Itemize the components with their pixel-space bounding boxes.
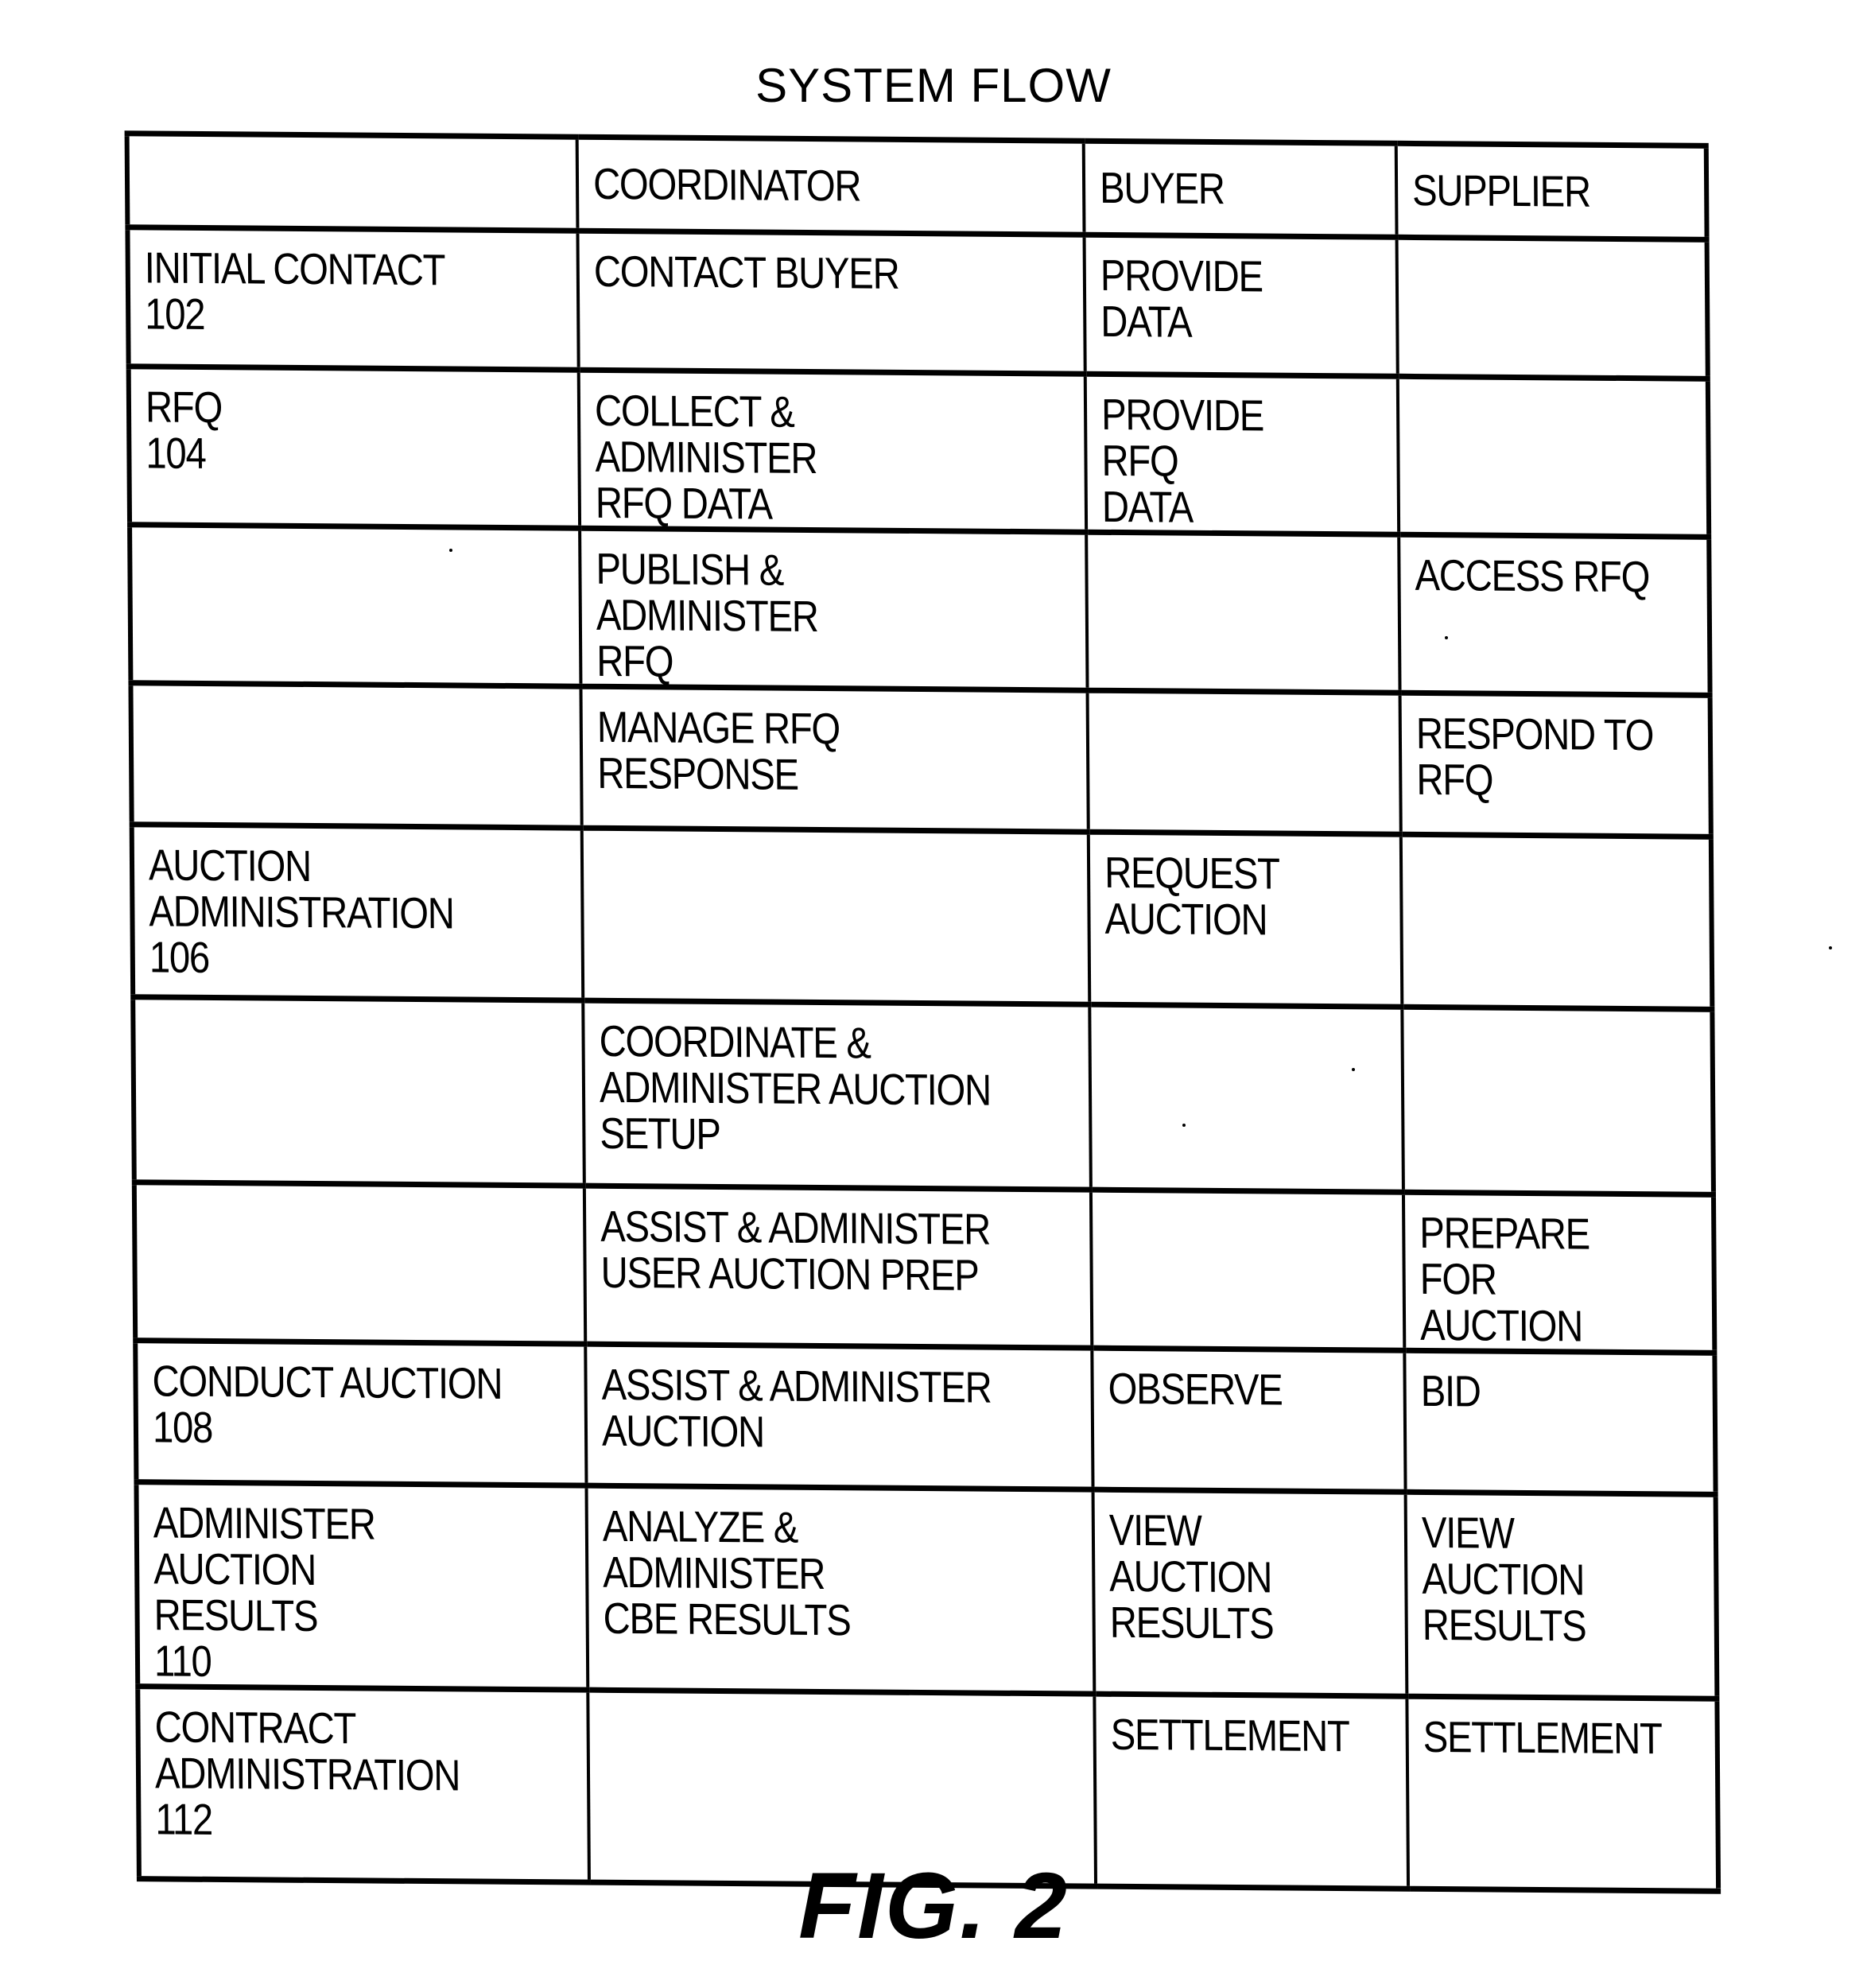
buyer-action: PROVIDE DATA — [1100, 250, 1263, 347]
supplier-action: BID — [1420, 1365, 1481, 1416]
stage-label: CONDUCT AUCTION 108 — [152, 1356, 503, 1452]
stage-cell: CONDUCT AUCTION 108 — [135, 1340, 587, 1486]
header-cell-buyer: BUYER — [1083, 141, 1397, 238]
supplier-action: VIEW AUCTION RESULTS — [1421, 1507, 1586, 1651]
coordinator-action: MANAGE RFQ RESPONSE — [596, 701, 840, 799]
supplier-action: RESPOND TO RFQ — [1415, 708, 1654, 805]
coordinator-action: ASSIST & ADMINISTER AUCTION — [601, 1359, 992, 1457]
coordinator-cell: COORDINATE & ADMINISTER AUCTION SETUP — [583, 1000, 1091, 1190]
coordinator-cell: COLLECT & ADMINISTER RFQ DATA — [578, 370, 1087, 533]
table-row: RFQ 104 COLLECT & ADMINISTER RFQ DATA PR… — [128, 366, 1710, 538]
buyer-cell — [1090, 1190, 1405, 1351]
supplier-action: PREPARE FOR AUCTION — [1419, 1207, 1590, 1351]
supplier-cell — [1400, 834, 1713, 1010]
buyer-action: VIEW AUCTION RESULTS — [1108, 1505, 1274, 1648]
coordinator-cell: PUBLISH & ADMINISTER RFQ — [580, 528, 1088, 691]
system-flow-table: COORDINATOR BUYER SUPPLIER INITIAL CONTA… — [124, 130, 1721, 1894]
buyer-action: PROVIDE RFQ DATA — [1100, 389, 1264, 532]
stage-cell: CONTRACT ADMINISTRATION 112 — [138, 1686, 589, 1883]
system-flow-table-container: COORDINATOR BUYER SUPPLIER INITIAL CONTA… — [124, 130, 1721, 1894]
stage-cell — [130, 682, 582, 829]
table-row: COORDINATE & ADMINISTER AUCTION SETUP — [133, 996, 1714, 1195]
buyer-cell — [1087, 690, 1401, 835]
buyer-cell: OBSERVE — [1092, 1348, 1406, 1493]
header-coordinator-label: COORDINATOR — [592, 158, 861, 211]
scan-speck — [1445, 636, 1448, 639]
buyer-action: OBSERVE — [1108, 1363, 1283, 1415]
stage-cell: ADMINISTER AUCTION RESULTS 110 — [136, 1481, 588, 1691]
stage-cell — [133, 996, 584, 1186]
table-row: CONDUCT AUCTION 108 ASSIST & ADMINISTER … — [135, 1340, 1716, 1495]
header-cell-stage — [126, 133, 578, 231]
coordinator-action: PUBLISH & ADMINISTER RFQ — [596, 543, 818, 686]
coordinator-action: ANALYZE & ADMINISTER CBE RESULTS — [602, 1501, 851, 1645]
buyer-cell: PROVIDE DATA — [1084, 235, 1398, 377]
supplier-action: SETTLEMENT — [1423, 1711, 1662, 1764]
coordinator-action: COLLECT & ADMINISTER RFQ DATA — [594, 385, 817, 529]
header-buyer-label: BUYER — [1099, 162, 1225, 214]
coordinator-cell: CONTACT BUYER — [577, 231, 1085, 375]
buyer-cell — [1089, 1004, 1403, 1193]
table-row: ASSIST & ADMINISTER USER AUCTION PREP PR… — [134, 1182, 1715, 1353]
stage-cell: RFQ 104 — [128, 366, 580, 529]
stage-cell — [134, 1182, 586, 1345]
supplier-cell: ACCESS RFQ — [1399, 534, 1710, 696]
coordinator-cell: ASSIST & ADMINISTER USER AUCTION PREP — [584, 1186, 1093, 1349]
coordinator-action: CONTACT BUYER — [593, 246, 899, 298]
table-row: PUBLISH & ADMINISTER RFQ ACCESS RFQ — [130, 524, 1710, 696]
table-row: INITIAL CONTACT 102 CONTACT BUYER PROVID… — [127, 227, 1708, 379]
buyer-action: SETTLEMENT — [1110, 1709, 1349, 1761]
coordinator-action: ASSIST & ADMINISTER USER AUCTION PREP — [600, 1201, 991, 1300]
header-row: COORDINATOR BUYER SUPPLIER — [126, 133, 1707, 240]
buyer-cell: REQUEST AUCTION — [1088, 832, 1403, 1008]
buyer-cell: PROVIDE RFQ DATA — [1085, 374, 1399, 535]
scan-speck — [1829, 946, 1832, 949]
figure-label: FIG. 2 — [798, 1854, 1069, 1959]
supplier-action: ACCESS RFQ — [1415, 549, 1650, 602]
coordinator-cell — [581, 828, 1090, 1005]
coordinator-action: COORDINATE & ADMINISTER AUCTION SETUP — [599, 1015, 992, 1159]
coordinator-cell: ASSIST & ADMINISTER AUCTION — [585, 1344, 1093, 1490]
supplier-cell: VIEW AUCTION RESULTS — [1405, 1492, 1718, 1699]
supplier-cell — [1397, 376, 1710, 538]
supplier-cell — [1396, 237, 1708, 379]
buyer-cell: VIEW AUCTION RESULTS — [1093, 1489, 1407, 1697]
stage-label: RFQ 104 — [145, 382, 223, 478]
header-supplier-label: SUPPLIER — [1411, 165, 1591, 216]
table-row: MANAGE RFQ RESPONSE RESPOND TO RFQ — [130, 682, 1711, 837]
scan-speck — [1352, 1068, 1355, 1071]
scan-speck — [449, 549, 452, 552]
header-cell-coordinator: COORDINATOR — [576, 137, 1085, 235]
coordinator-cell: ANALYZE & ADMINISTER CBE RESULTS — [586, 1485, 1095, 1695]
supplier-cell: BID — [1404, 1350, 1716, 1495]
table-row: ADMINISTER AUCTION RESULTS 110 ANALYZE &… — [136, 1481, 1718, 1699]
buyer-cell — [1086, 532, 1400, 693]
supplier-cell: RESPOND TO RFQ — [1399, 693, 1711, 837]
stage-cell: INITIAL CONTACT 102 — [127, 227, 579, 371]
stage-label: CONTRACT ADMINISTRATION 112 — [154, 1702, 460, 1844]
supplier-cell: PREPARE FOR AUCTION — [1403, 1192, 1715, 1353]
stage-label: AUCTION ADMINISTRATION 106 — [148, 840, 454, 982]
stage-label: ADMINISTER AUCTION RESULTS 110 — [153, 1497, 375, 1686]
table-row: AUCTION ADMINISTRATION 106 REQUEST AUCTI… — [131, 824, 1713, 1010]
stage-label: INITIAL CONTACT 102 — [144, 243, 445, 340]
buyer-action: REQUEST AUCTION — [1104, 847, 1279, 945]
header-cell-supplier: SUPPLIER — [1395, 143, 1707, 240]
diagram-title: SYSTEM FLOW — [755, 59, 1112, 112]
stage-cell — [130, 524, 581, 687]
coordinator-cell: MANAGE RFQ RESPONSE — [580, 686, 1089, 833]
supplier-cell — [1402, 1007, 1714, 1195]
scan-speck — [1182, 1124, 1186, 1127]
stage-cell: AUCTION ADMINISTRATION 106 — [131, 824, 584, 1001]
